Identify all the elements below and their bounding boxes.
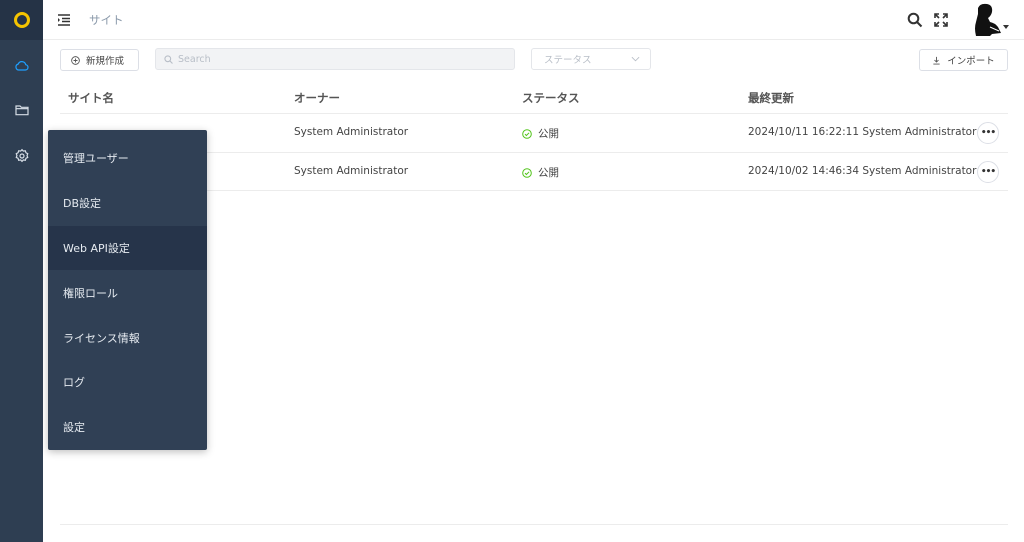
menu-item-logs[interactable]: ログ <box>48 360 207 405</box>
updated-cell: 2024/10/02 14:46:34 System Administrator <box>748 165 977 177</box>
status-text: 公開 <box>538 128 559 140</box>
status-cell: 公開 <box>522 126 559 141</box>
new-site-button[interactable]: 新規作成 <box>60 49 139 71</box>
avatar-caret-icon[interactable] <box>1003 25 1009 29</box>
owner-cell: System Administrator <box>294 165 409 177</box>
check-circle-icon <box>522 128 532 139</box>
top-bar: サイト <box>43 0 1024 40</box>
menu-item-license-info[interactable]: ライセンス情報 <box>48 315 207 360</box>
owner-cell: System Administrator <box>294 126 409 138</box>
fullscreen-icon[interactable] <box>933 12 949 28</box>
folder-icon <box>14 105 29 116</box>
import-label: インポート <box>947 56 995 67</box>
check-circle-icon <box>522 167 532 178</box>
logo-ring-icon <box>13 12 30 28</box>
import-button[interactable]: インポート <box>919 49 1008 71</box>
search-icon <box>164 54 173 64</box>
download-icon <box>933 56 940 65</box>
settings-flyout-menu: 管理ユーザー DB設定 Web API設定 権限ロール ライセンス情報 ログ 設… <box>48 130 207 450</box>
chevron-down-icon <box>631 56 640 62</box>
status-select-placeholder: ステータス <box>544 55 592 66</box>
menu-item-admin-users[interactable]: 管理ユーザー <box>48 136 207 181</box>
cloud-icon <box>14 61 29 71</box>
menu-item-db-settings[interactable]: DB設定 <box>48 181 207 226</box>
rail-item-sites[interactable] <box>0 46 43 86</box>
plus-circle-icon <box>71 55 80 65</box>
column-header-updated[interactable]: 最終更新 <box>748 90 794 106</box>
menu-item-settings[interactable]: 設定 <box>48 405 207 450</box>
gear-icon <box>15 148 28 163</box>
new-site-label: 新規作成 <box>86 56 125 67</box>
search-icon[interactable] <box>907 12 923 28</box>
left-rail <box>0 0 43 542</box>
column-header-site-name[interactable]: サイト名 <box>68 90 114 106</box>
status-select[interactable]: ステータス <box>531 48 651 70</box>
ellipsis-icon: ••• <box>980 128 996 138</box>
menu-indent-icon[interactable] <box>57 13 71 27</box>
menu-item-permission-roles[interactable]: 権限ロール <box>48 270 207 315</box>
column-header-status[interactable]: ステータス <box>522 90 580 106</box>
updated-cell: 2024/10/11 16:22:11 System Administrator <box>748 126 977 138</box>
search-input[interactable] <box>178 53 498 65</box>
status-cell: 公開 <box>522 165 559 180</box>
column-header-owner[interactable]: オーナー <box>294 90 340 106</box>
footer-divider <box>60 524 1008 525</box>
row-more-button[interactable]: ••• <box>977 161 999 183</box>
page-title: サイト <box>89 13 124 27</box>
menu-item-web-api-settings[interactable]: Web API設定 <box>48 225 207 271</box>
search-box[interactable] <box>155 48 515 70</box>
rail-item-settings[interactable] <box>0 136 43 176</box>
ellipsis-icon: ••• <box>980 167 996 177</box>
rail-item-files[interactable] <box>0 90 43 130</box>
avatar[interactable] <box>968 2 1004 38</box>
row-more-button[interactable]: ••• <box>977 122 999 144</box>
app-logo[interactable] <box>0 0 43 40</box>
status-text: 公開 <box>538 167 559 179</box>
